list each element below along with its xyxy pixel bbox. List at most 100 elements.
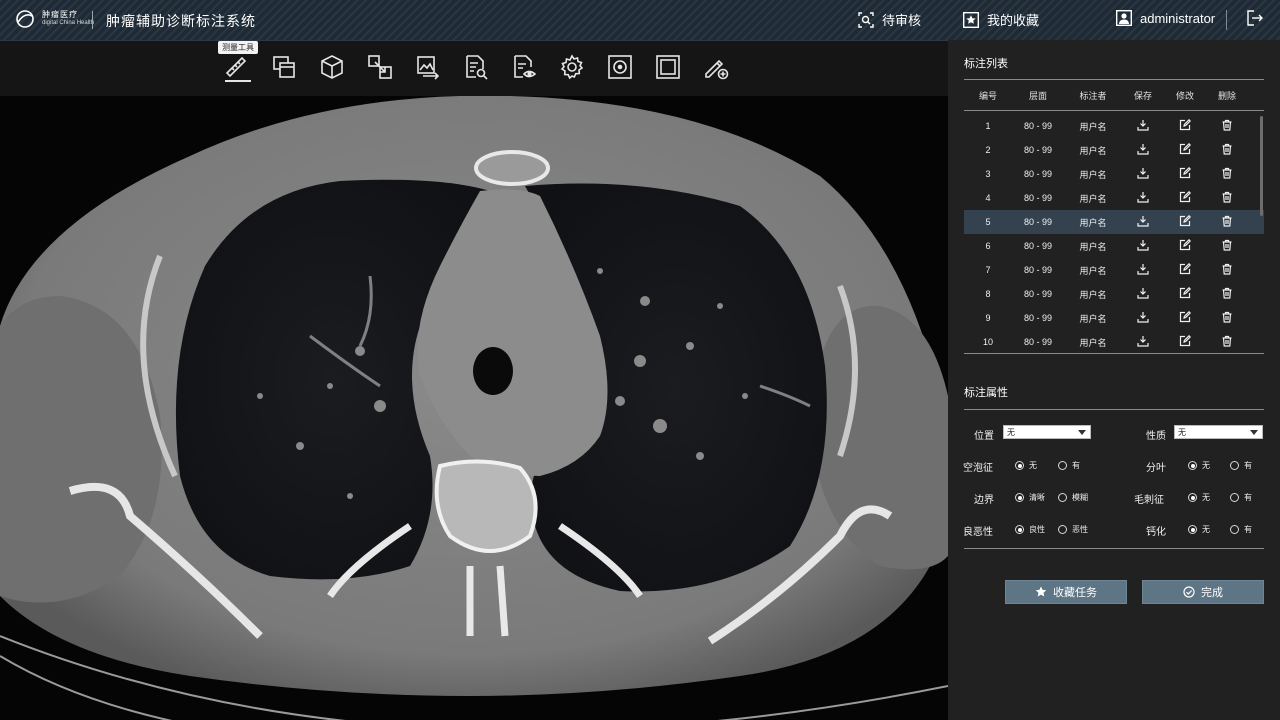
spiculation-option-yes[interactable]: 有 <box>1230 492 1252 503</box>
table-row[interactable]: 8 80 - 99 用户名 <box>964 282 1264 306</box>
border-option-clear[interactable]: 清晰 <box>1015 492 1045 503</box>
save-annotation-button[interactable] <box>1122 287 1164 301</box>
pending-review-link[interactable]: 待审核 <box>858 10 921 29</box>
table-row[interactable]: 3 80 - 99 用户名 <box>964 162 1264 186</box>
edit-icon <box>1179 239 1191 251</box>
lobulation-option-yes[interactable]: 有 <box>1230 460 1252 471</box>
image-export-tool[interactable] <box>414 52 442 82</box>
settings-tool[interactable] <box>558 52 586 82</box>
chevron-down-icon <box>1078 430 1086 435</box>
table-scrollbar[interactable] <box>1260 116 1263 216</box>
row-number: 5 <box>985 217 991 227</box>
delete-annotation-button[interactable] <box>1206 287 1248 301</box>
edit-annotation-button[interactable] <box>1164 335 1206 349</box>
save-annotation-button[interactable] <box>1122 167 1164 181</box>
calcification-option-yes[interactable]: 有 <box>1230 524 1252 535</box>
lobulation-option-none[interactable]: 无 <box>1188 460 1210 471</box>
image-export-icon <box>417 56 440 80</box>
report-tool[interactable] <box>462 52 490 82</box>
calcification-option-yes-label: 有 <box>1244 525 1252 534</box>
vacuole-option-none[interactable]: 无 <box>1015 460 1037 471</box>
window-level-tool[interactable] <box>270 52 298 82</box>
table-row[interactable]: 1 80 - 99 用户名 <box>964 114 1264 138</box>
edit-annotation-button[interactable] <box>1164 119 1206 133</box>
table-row[interactable]: 10 80 - 99 用户名 <box>964 330 1264 354</box>
edit-icon <box>1179 215 1191 227</box>
nature-select[interactable]: 无 <box>1174 425 1263 439</box>
document-eye-icon <box>514 55 537 78</box>
app-logo: 肿瘤医疗 digital China Health <box>14 10 94 28</box>
vacuole-option-yes-label: 有 <box>1072 461 1080 470</box>
ct-image-viewer[interactable] <box>0 96 948 720</box>
user-menu[interactable]: administrator <box>1116 10 1215 26</box>
table-row[interactable]: 9 80 - 99 用户名 <box>964 306 1264 330</box>
row-layer: 80 - 99 <box>1023 217 1053 227</box>
ct-scan-image <box>0 96 948 720</box>
table-row[interactable]: 4 80 - 99 用户名 <box>964 186 1264 210</box>
edit-icon <box>1179 311 1191 323</box>
malignancy-option-malignant[interactable]: 恶性 <box>1058 524 1088 535</box>
save-annotation-button[interactable] <box>1122 119 1164 133</box>
position-select[interactable]: 无 <box>1003 425 1091 439</box>
save-annotation-button[interactable] <box>1122 143 1164 157</box>
delete-annotation-button[interactable] <box>1206 119 1248 133</box>
trash-icon <box>1222 191 1232 203</box>
edit-annotation-button[interactable] <box>1164 191 1206 205</box>
row-number: 9 <box>985 313 991 323</box>
trash-icon <box>1222 167 1232 179</box>
save-annotation-button[interactable] <box>1122 263 1164 277</box>
complete-button[interactable]: 完成 <box>1142 580 1264 604</box>
delete-annotation-button[interactable] <box>1206 215 1248 229</box>
radio-icon <box>1058 525 1067 534</box>
document-view-tool[interactable] <box>510 52 538 82</box>
save-annotation-button[interactable] <box>1122 191 1164 205</box>
save-annotation-button[interactable] <box>1122 215 1164 229</box>
add-annotation-tool[interactable] <box>702 52 730 82</box>
malignancy-option-benign[interactable]: 良性 <box>1015 524 1045 535</box>
table-row[interactable]: 5 80 - 99 用户名 <box>964 210 1264 234</box>
calcification-option-none[interactable]: 无 <box>1188 524 1210 535</box>
pending-review-label: 待审核 <box>882 13 922 28</box>
row-number: 6 <box>985 241 991 251</box>
vacuole-option-yes[interactable]: 有 <box>1058 460 1080 471</box>
delete-annotation-button[interactable] <box>1206 143 1248 157</box>
my-favorites-link[interactable]: 我的收藏 <box>963 10 1039 29</box>
delete-annotation-button[interactable] <box>1206 167 1248 181</box>
row-number: 7 <box>985 265 991 275</box>
edit-annotation-button[interactable] <box>1164 287 1206 301</box>
delete-annotation-button[interactable] <box>1206 335 1248 349</box>
delete-annotation-button[interactable] <box>1206 239 1248 253</box>
save-annotation-button[interactable] <box>1122 335 1164 349</box>
delete-annotation-button[interactable] <box>1206 191 1248 205</box>
save-annotation-button[interactable] <box>1122 311 1164 325</box>
row-layer: 80 - 99 <box>1023 193 1053 203</box>
edit-annotation-button[interactable] <box>1164 239 1206 253</box>
calcification-label: 钙化 <box>1146 527 1166 538</box>
trash-icon <box>1222 311 1232 323</box>
edit-annotation-button[interactable] <box>1164 215 1206 229</box>
position-label: 位置 <box>974 431 994 442</box>
download-icon <box>1137 168 1149 179</box>
logout-button[interactable] <box>1247 10 1263 26</box>
target-tool[interactable] <box>606 52 634 82</box>
save-annotation-button[interactable] <box>1122 239 1164 253</box>
3d-view-tool[interactable] <box>318 52 346 82</box>
table-row[interactable]: 2 80 - 99 用户名 <box>964 138 1264 162</box>
delete-annotation-button[interactable] <box>1206 263 1248 277</box>
favorite-task-button[interactable]: 收藏任务 <box>1005 580 1127 604</box>
edit-annotation-button[interactable] <box>1164 143 1206 157</box>
edit-annotation-button[interactable] <box>1164 263 1206 277</box>
attr-row-malignancy: 良恶性 良性 恶性 钙化 无 有 <box>962 522 1266 538</box>
attr-row-border: 边界 清晰 模糊 毛刺征 无 有 <box>962 490 1266 506</box>
edit-annotation-button[interactable] <box>1164 167 1206 181</box>
zoom-tool[interactable] <box>366 52 394 82</box>
ruler-tool[interactable] <box>222 52 250 82</box>
edit-annotation-button[interactable] <box>1164 311 1206 325</box>
spiculation-option-none[interactable]: 无 <box>1188 492 1210 503</box>
border-option-blurred[interactable]: 模糊 <box>1058 492 1088 503</box>
attributes-bottom-divider <box>964 548 1264 549</box>
table-row[interactable]: 6 80 - 99 用户名 <box>964 234 1264 258</box>
table-row[interactable]: 7 80 - 99 用户名 <box>964 258 1264 282</box>
frame-tool[interactable] <box>654 52 682 82</box>
delete-annotation-button[interactable] <box>1206 311 1248 325</box>
